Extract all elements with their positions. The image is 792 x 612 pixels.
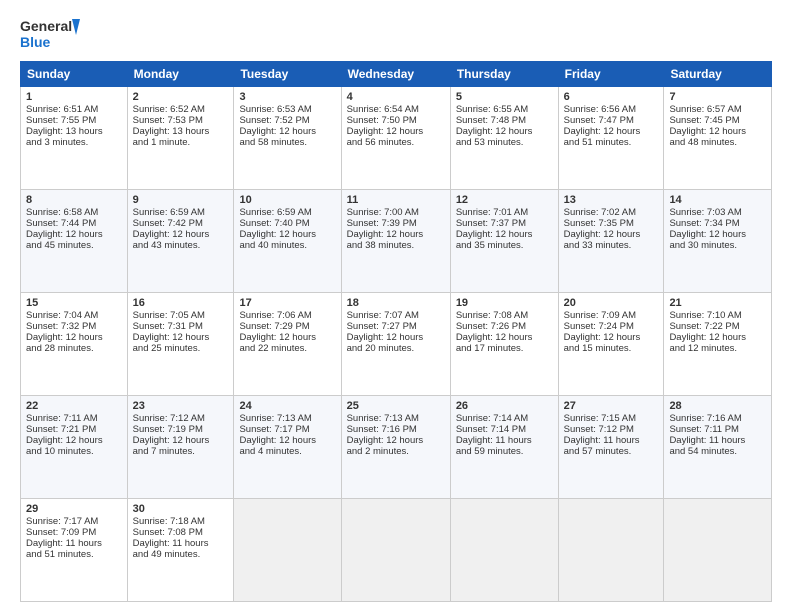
day-number: 17	[239, 297, 335, 309]
day-number: 29	[26, 503, 122, 515]
day-cell: 16Sunrise: 7:05 AMSunset: 7:31 PMDayligh…	[127, 293, 234, 396]
week-row-1: 1Sunrise: 6:51 AMSunset: 7:55 PMDaylight…	[21, 87, 772, 190]
day-number: 21	[669, 297, 766, 309]
day-cell: 8Sunrise: 6:58 AMSunset: 7:44 PMDaylight…	[21, 190, 128, 293]
week-row-5: 29Sunrise: 7:17 AMSunset: 7:09 PMDayligh…	[21, 499, 772, 602]
day-number: 23	[133, 400, 229, 412]
day-number: 3	[239, 91, 335, 103]
day-cell: 27Sunrise: 7:15 AMSunset: 7:12 PMDayligh…	[558, 396, 664, 499]
day-cell: 30Sunrise: 7:18 AMSunset: 7:08 PMDayligh…	[127, 499, 234, 602]
header: General Blue	[20, 15, 772, 53]
day-cell: 20Sunrise: 7:09 AMSunset: 7:24 PMDayligh…	[558, 293, 664, 396]
day-cell: 2Sunrise: 6:52 AMSunset: 7:53 PMDaylight…	[127, 87, 234, 190]
day-cell: 18Sunrise: 7:07 AMSunset: 7:27 PMDayligh…	[341, 293, 450, 396]
day-number: 20	[564, 297, 659, 309]
day-cell: 15Sunrise: 7:04 AMSunset: 7:32 PMDayligh…	[21, 293, 128, 396]
day-cell: 10Sunrise: 6:59 AMSunset: 7:40 PMDayligh…	[234, 190, 341, 293]
week-row-3: 15Sunrise: 7:04 AMSunset: 7:32 PMDayligh…	[21, 293, 772, 396]
day-number: 30	[133, 503, 229, 515]
col-header-wednesday: Wednesday	[341, 62, 450, 87]
day-number: 5	[456, 91, 553, 103]
day-cell: 3Sunrise: 6:53 AMSunset: 7:52 PMDaylight…	[234, 87, 341, 190]
svg-text:General: General	[20, 18, 72, 34]
day-cell: 5Sunrise: 6:55 AMSunset: 7:48 PMDaylight…	[450, 87, 558, 190]
day-number: 7	[669, 91, 766, 103]
day-cell: 13Sunrise: 7:02 AMSunset: 7:35 PMDayligh…	[558, 190, 664, 293]
day-number: 2	[133, 91, 229, 103]
day-cell: 26Sunrise: 7:14 AMSunset: 7:14 PMDayligh…	[450, 396, 558, 499]
day-number: 16	[133, 297, 229, 309]
day-number: 24	[239, 400, 335, 412]
day-number: 11	[347, 194, 445, 206]
day-number: 19	[456, 297, 553, 309]
col-header-sunday: Sunday	[21, 62, 128, 87]
logo-svg: General Blue	[20, 15, 80, 53]
day-cell: 23Sunrise: 7:12 AMSunset: 7:19 PMDayligh…	[127, 396, 234, 499]
day-number: 14	[669, 194, 766, 206]
day-number: 22	[26, 400, 122, 412]
day-cell	[234, 499, 341, 602]
day-number: 13	[564, 194, 659, 206]
day-number: 18	[347, 297, 445, 309]
day-cell: 19Sunrise: 7:08 AMSunset: 7:26 PMDayligh…	[450, 293, 558, 396]
logo: General Blue	[20, 15, 80, 53]
day-cell	[450, 499, 558, 602]
day-number: 15	[26, 297, 122, 309]
day-cell: 17Sunrise: 7:06 AMSunset: 7:29 PMDayligh…	[234, 293, 341, 396]
day-cell: 22Sunrise: 7:11 AMSunset: 7:21 PMDayligh…	[21, 396, 128, 499]
day-cell: 11Sunrise: 7:00 AMSunset: 7:39 PMDayligh…	[341, 190, 450, 293]
calendar-page: General Blue SundayMondayTuesdayWednesda…	[0, 0, 792, 612]
week-row-2: 8Sunrise: 6:58 AMSunset: 7:44 PMDaylight…	[21, 190, 772, 293]
day-cell	[558, 499, 664, 602]
day-cell	[664, 499, 772, 602]
day-number: 4	[347, 91, 445, 103]
day-number: 1	[26, 91, 122, 103]
calendar-table: SundayMondayTuesdayWednesdayThursdayFrid…	[20, 61, 772, 602]
svg-text:Blue: Blue	[20, 34, 51, 50]
day-number: 8	[26, 194, 122, 206]
day-cell: 14Sunrise: 7:03 AMSunset: 7:34 PMDayligh…	[664, 190, 772, 293]
col-header-thursday: Thursday	[450, 62, 558, 87]
day-number: 28	[669, 400, 766, 412]
day-cell: 21Sunrise: 7:10 AMSunset: 7:22 PMDayligh…	[664, 293, 772, 396]
day-cell: 25Sunrise: 7:13 AMSunset: 7:16 PMDayligh…	[341, 396, 450, 499]
day-number: 26	[456, 400, 553, 412]
col-header-friday: Friday	[558, 62, 664, 87]
day-cell: 24Sunrise: 7:13 AMSunset: 7:17 PMDayligh…	[234, 396, 341, 499]
day-number: 9	[133, 194, 229, 206]
col-header-saturday: Saturday	[664, 62, 772, 87]
day-number: 27	[564, 400, 659, 412]
day-cell: 7Sunrise: 6:57 AMSunset: 7:45 PMDaylight…	[664, 87, 772, 190]
day-cell: 6Sunrise: 6:56 AMSunset: 7:47 PMDaylight…	[558, 87, 664, 190]
day-cell: 1Sunrise: 6:51 AMSunset: 7:55 PMDaylight…	[21, 87, 128, 190]
day-cell: 9Sunrise: 6:59 AMSunset: 7:42 PMDaylight…	[127, 190, 234, 293]
header-row: SundayMondayTuesdayWednesdayThursdayFrid…	[21, 62, 772, 87]
day-number: 25	[347, 400, 445, 412]
day-cell: 4Sunrise: 6:54 AMSunset: 7:50 PMDaylight…	[341, 87, 450, 190]
day-number: 10	[239, 194, 335, 206]
day-cell	[341, 499, 450, 602]
day-number: 6	[564, 91, 659, 103]
day-number: 12	[456, 194, 553, 206]
day-cell: 29Sunrise: 7:17 AMSunset: 7:09 PMDayligh…	[21, 499, 128, 602]
col-header-monday: Monday	[127, 62, 234, 87]
day-cell: 12Sunrise: 7:01 AMSunset: 7:37 PMDayligh…	[450, 190, 558, 293]
week-row-4: 22Sunrise: 7:11 AMSunset: 7:21 PMDayligh…	[21, 396, 772, 499]
col-header-tuesday: Tuesday	[234, 62, 341, 87]
day-cell: 28Sunrise: 7:16 AMSunset: 7:11 PMDayligh…	[664, 396, 772, 499]
